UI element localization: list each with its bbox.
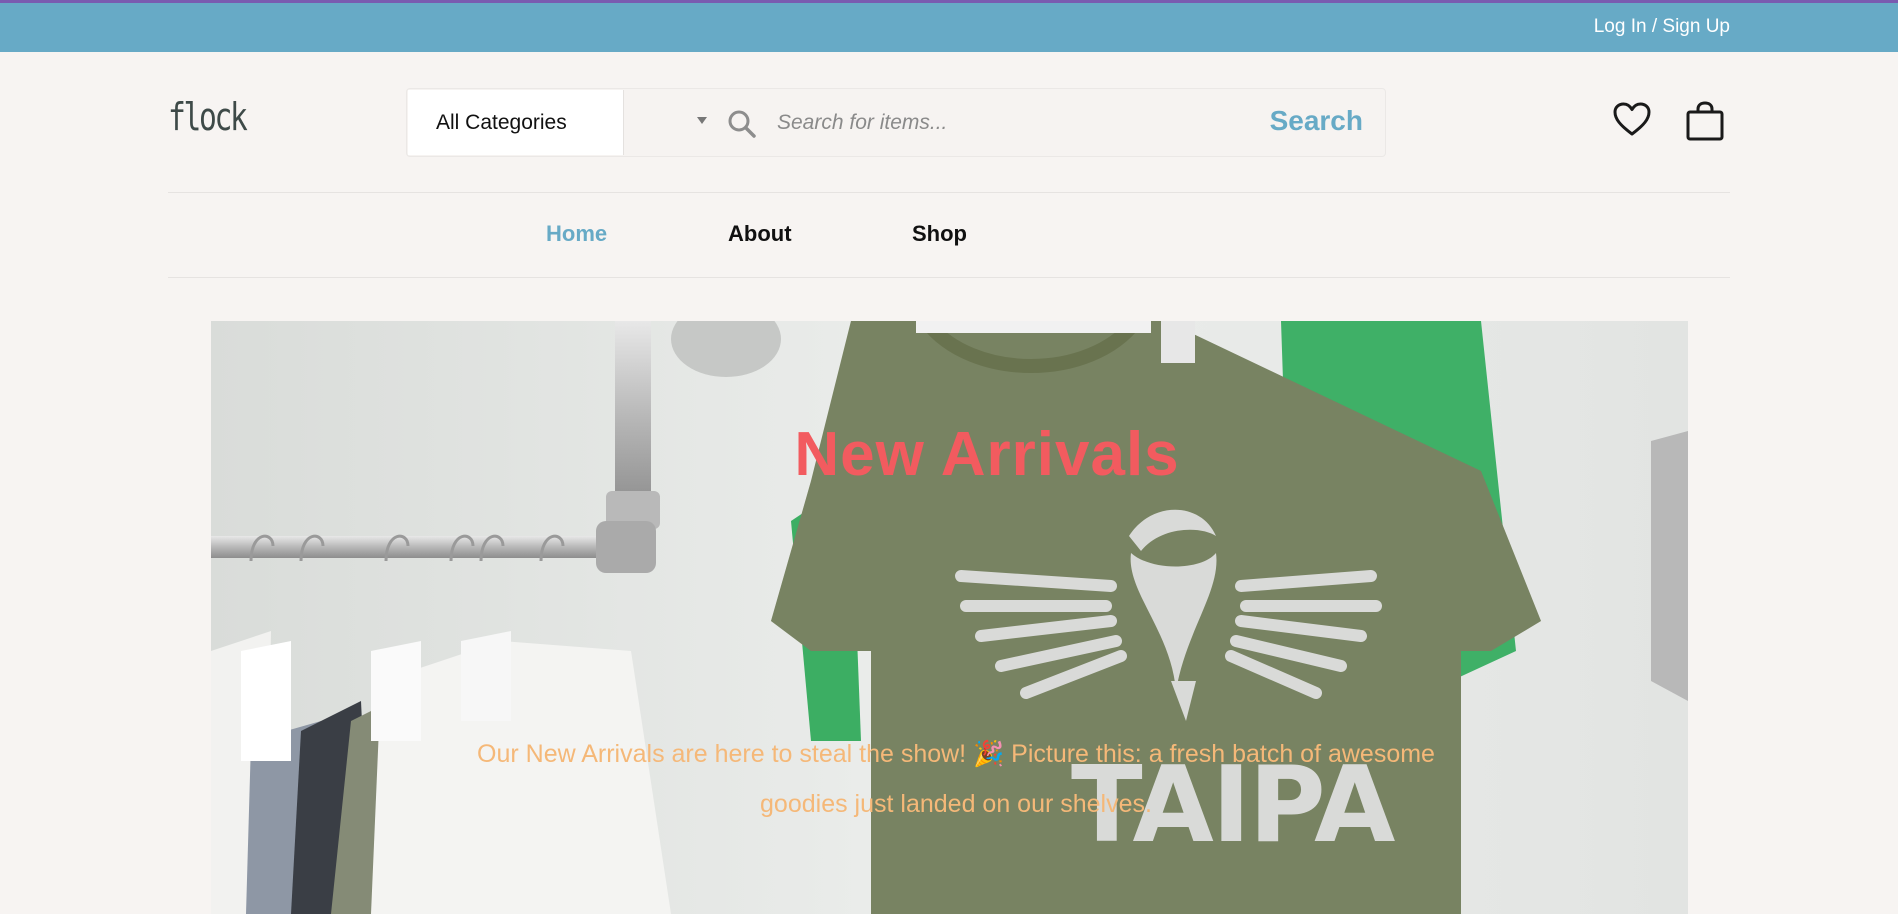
shopping-bag-icon[interactable] <box>1685 100 1725 142</box>
search-bar: All Categories Search <box>406 88 1386 157</box>
nav-item-home[interactable]: Home <box>546 221 607 247</box>
site-logo[interactable]: flock <box>168 95 248 139</box>
login-signup-link[interactable]: Log In / Sign Up <box>1594 16 1730 38</box>
nav-item-about[interactable]: About <box>728 221 792 247</box>
nav-item-shop[interactable]: Shop <box>912 221 967 247</box>
hero-banner: TAIPA New Arrivals Our New Arrivals are … <box>211 321 1688 914</box>
main-nav: Home About Shop <box>168 192 1730 278</box>
search-icon <box>728 110 756 138</box>
heart-icon[interactable] <box>1612 100 1652 140</box>
hero-description: Our New Arrivals are here to steal the s… <box>477 740 1435 818</box>
search-button[interactable]: Search <box>1270 105 1363 137</box>
category-select[interactable]: All Categories <box>408 90 624 155</box>
chevron-down-icon[interactable] <box>697 117 707 124</box>
search-input[interactable] <box>777 101 1257 145</box>
hero-title: New Arrivals <box>794 420 1180 489</box>
top-bar: Log In / Sign Up <box>0 0 1898 52</box>
